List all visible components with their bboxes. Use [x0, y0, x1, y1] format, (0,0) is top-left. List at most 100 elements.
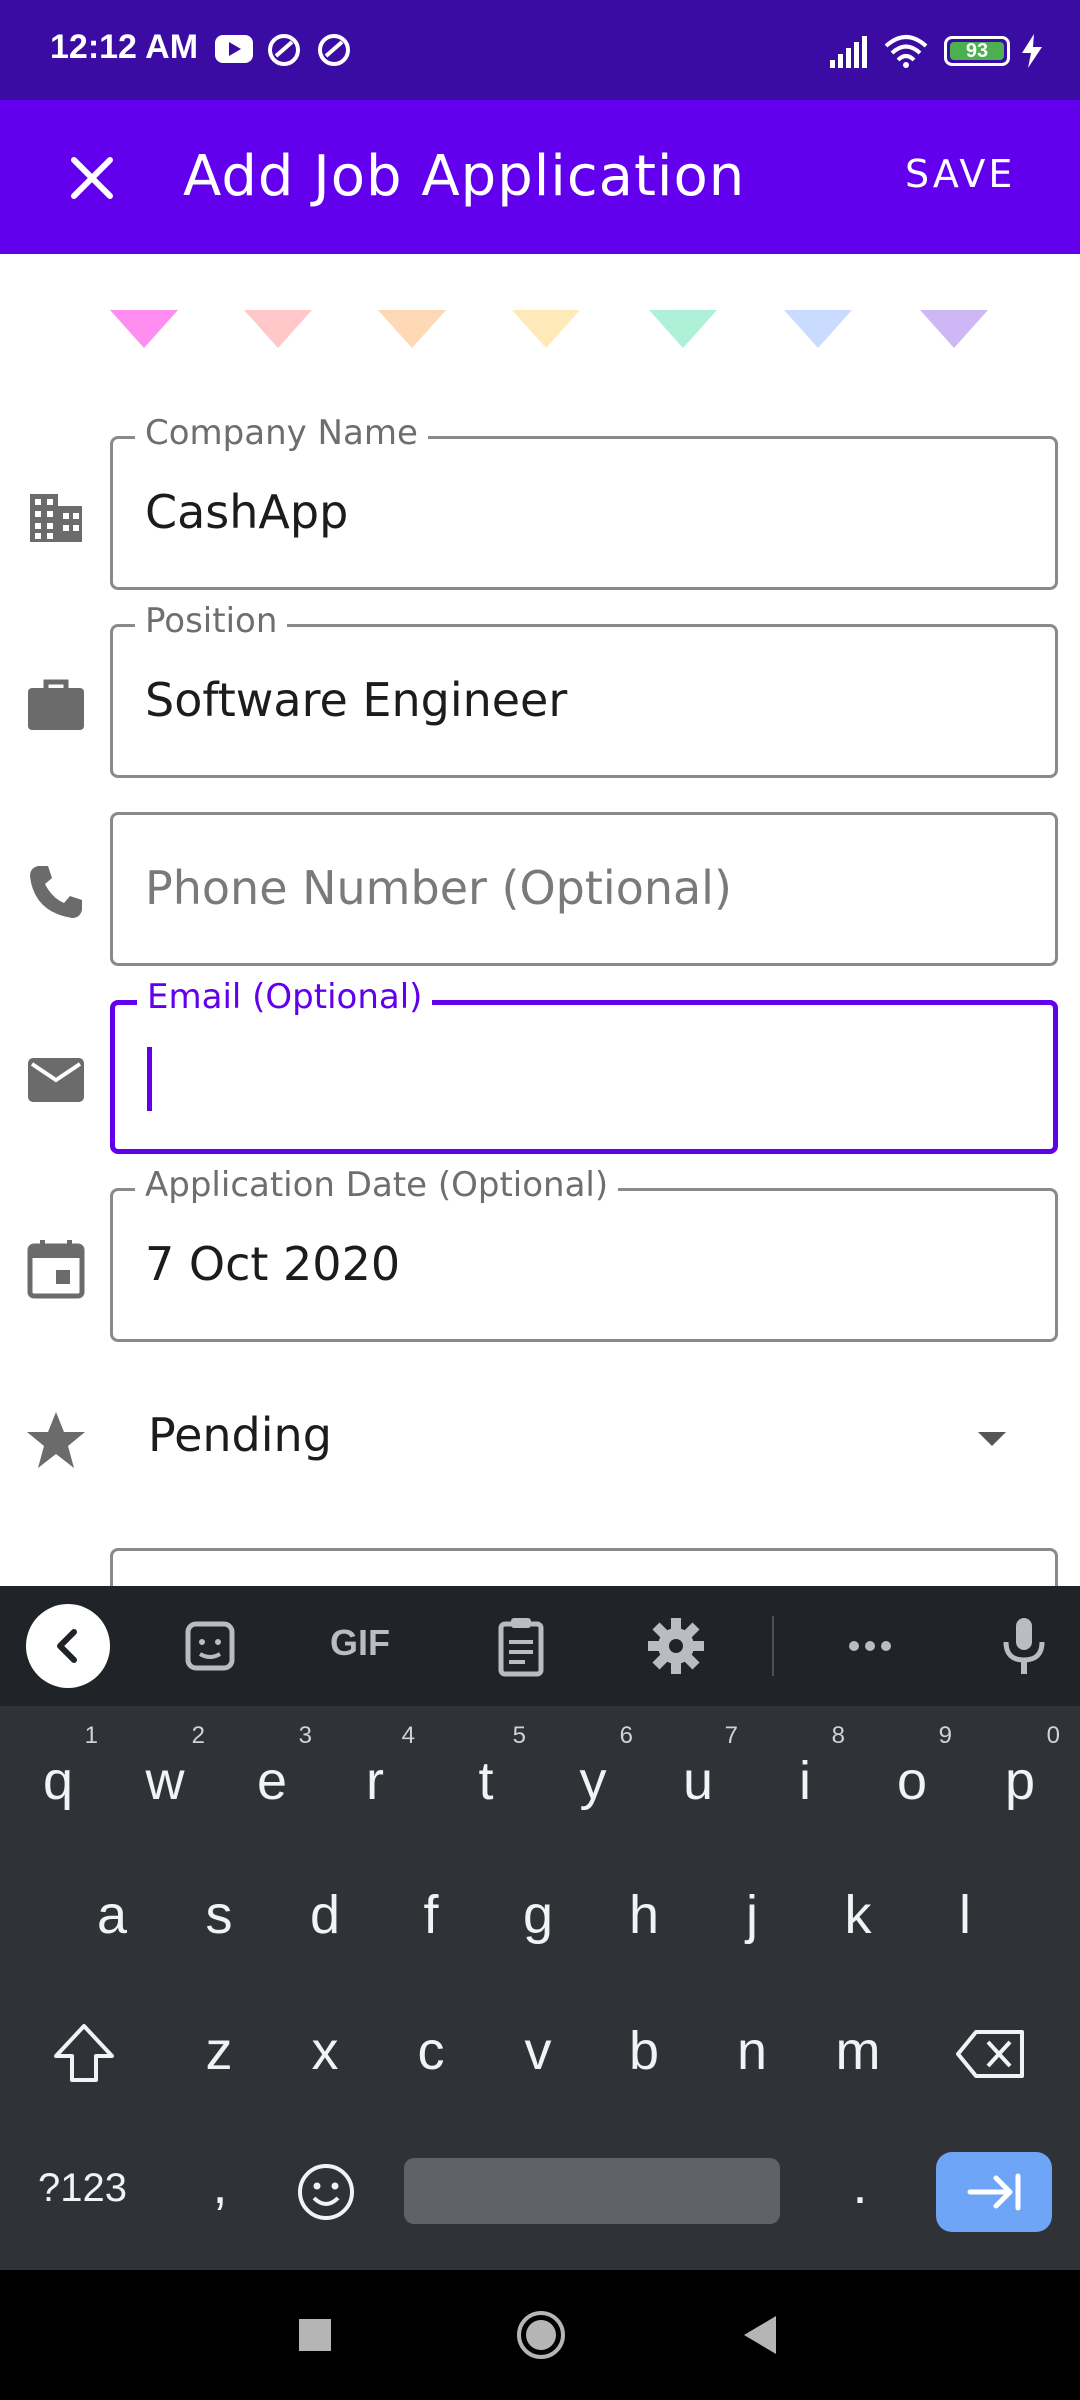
- key-b[interactable]: b: [604, 2020, 684, 2082]
- email-label: Email (Optional): [137, 977, 433, 1017]
- notification-icon: [268, 34, 300, 66]
- key-z[interactable]: z: [179, 2020, 259, 2082]
- key-p[interactable]: p0: [980, 1722, 1060, 1812]
- navigation-bar: [0, 2270, 1080, 2400]
- email-field[interactable]: Email (Optional): [110, 977, 1058, 1154]
- key-n[interactable]: n: [712, 2020, 792, 2082]
- key-period[interactable]: .: [820, 2154, 900, 2216]
- app-bar: Add Job Application SAVE: [0, 100, 1080, 254]
- wifi-icon: [884, 35, 928, 68]
- keyboard: GIF q1 w 2 e 3 r 4 t 5 y 6 u 7 i 8 o 9 p…: [0, 1586, 1080, 2270]
- application-date-field[interactable]: Application Date (Optional) 7 Oct 2020: [110, 1165, 1058, 1342]
- status-bar: 12:12 AM 93: [0, 0, 1080, 100]
- briefcase-icon: [28, 679, 84, 730]
- shift-icon[interactable]: [48, 2018, 120, 2090]
- charging-icon: [1022, 34, 1042, 68]
- date-row: Application Date (Optional) 7 Oct 2020: [0, 1165, 1080, 1348]
- building-icon: [30, 494, 82, 542]
- text-caret: [147, 1047, 152, 1111]
- key-r[interactable]: r4: [335, 1722, 415, 1812]
- key-c[interactable]: c: [391, 2020, 471, 2082]
- email-row: Email (Optional): [0, 977, 1080, 1160]
- key-q[interactable]: q1: [18, 1722, 98, 1812]
- keyboard-toolbar: GIF: [0, 1586, 1080, 1706]
- company-name-label: Company Name: [135, 413, 428, 453]
- close-icon[interactable]: [60, 146, 124, 210]
- application-date-value: 7 Oct 2020: [145, 1237, 401, 1291]
- recents-icon[interactable]: [294, 2314, 336, 2356]
- position-row: Position Software Engineer: [0, 601, 1080, 784]
- phone-row: Phone Number (Optional): [0, 812, 1080, 972]
- phone-number-placeholder: Phone Number (Optional): [145, 861, 732, 915]
- chevron-down-icon: [978, 1432, 1006, 1446]
- color-option[interactable]: [512, 310, 580, 348]
- keyboard-back-button[interactable]: [26, 1604, 110, 1688]
- next-key[interactable]: [936, 2152, 1052, 2232]
- status-dropdown[interactable]: Pending: [0, 1390, 1080, 1490]
- color-option[interactable]: [244, 310, 312, 348]
- page-title: Add Job Application: [183, 144, 746, 209]
- key-g[interactable]: g: [498, 1884, 578, 1946]
- youtube-icon: [215, 35, 253, 63]
- signal-icon: [830, 36, 867, 68]
- key-y[interactable]: y6: [553, 1722, 634, 1812]
- company-row: Company Name CashApp: [0, 413, 1080, 596]
- status-time: 12:12 AM: [50, 28, 199, 66]
- phone-icon: [30, 866, 82, 918]
- calendar-icon: [27, 1240, 85, 1299]
- back-icon[interactable]: [738, 2312, 782, 2358]
- key-d[interactable]: d: [285, 1884, 365, 1946]
- key-t[interactable]: t5: [446, 1722, 526, 1812]
- symbols-key[interactable]: ?123: [38, 2166, 127, 2211]
- gear-icon[interactable]: [640, 1610, 712, 1682]
- company-name-field[interactable]: Company Name CashApp: [110, 413, 1058, 590]
- key-e[interactable]: e3: [232, 1722, 312, 1812]
- key-comma[interactable]: ,: [180, 2154, 260, 2216]
- email-icon: [28, 1058, 84, 1102]
- phone-number-field[interactable]: Phone Number (Optional): [110, 812, 1058, 966]
- position-field[interactable]: Position Software Engineer: [110, 601, 1058, 778]
- battery-indicator: 93: [944, 36, 1010, 66]
- color-option[interactable]: [920, 310, 988, 348]
- key-a[interactable]: a: [72, 1884, 152, 1946]
- key-m[interactable]: m: [818, 2020, 898, 2082]
- home-icon[interactable]: [514, 2308, 568, 2362]
- space-bar[interactable]: [404, 2158, 780, 2224]
- tab-arrow-icon: [967, 2173, 1021, 2211]
- color-option[interactable]: [784, 310, 852, 348]
- key-j[interactable]: j: [712, 1884, 792, 1946]
- gif-button[interactable]: GIF: [330, 1622, 390, 1664]
- toolbar-divider: [772, 1616, 774, 1676]
- color-option[interactable]: [649, 310, 717, 348]
- status-value: Pending: [148, 1408, 332, 1462]
- color-option[interactable]: [378, 310, 446, 348]
- sticker-icon[interactable]: [174, 1610, 246, 1682]
- key-h[interactable]: h: [604, 1884, 684, 1946]
- key-x[interactable]: x: [285, 2020, 365, 2082]
- key-l[interactable]: l: [925, 1884, 1005, 1946]
- clipboard-icon[interactable]: [485, 1610, 557, 1682]
- key-s[interactable]: s: [179, 1884, 259, 1946]
- chevron-left-icon: [57, 1629, 77, 1663]
- key-v[interactable]: v: [498, 2020, 578, 2082]
- save-button[interactable]: SAVE: [905, 152, 1015, 196]
- application-date-label: Application Date (Optional): [135, 1165, 619, 1205]
- company-name-value: CashApp: [145, 485, 349, 539]
- battery-percent: 93: [965, 40, 989, 62]
- more-icon[interactable]: [834, 1610, 906, 1682]
- microphone-icon[interactable]: [988, 1610, 1060, 1682]
- color-option[interactable]: [110, 310, 178, 348]
- key-k[interactable]: k: [818, 1884, 898, 1946]
- key-o[interactable]: o9: [872, 1722, 952, 1812]
- key-u[interactable]: u7: [658, 1722, 738, 1812]
- key-f[interactable]: f: [391, 1884, 471, 1946]
- position-label: Position: [135, 601, 288, 641]
- notification-icon: [318, 34, 350, 66]
- key-i[interactable]: i8: [765, 1722, 845, 1812]
- emoji-icon[interactable]: [290, 2156, 362, 2228]
- backspace-icon[interactable]: [954, 2018, 1030, 2090]
- position-value: Software Engineer: [145, 673, 568, 727]
- key-w[interactable]: w2: [125, 1722, 206, 1812]
- color-picker: [0, 310, 1080, 360]
- star-icon: [27, 1412, 85, 1468]
